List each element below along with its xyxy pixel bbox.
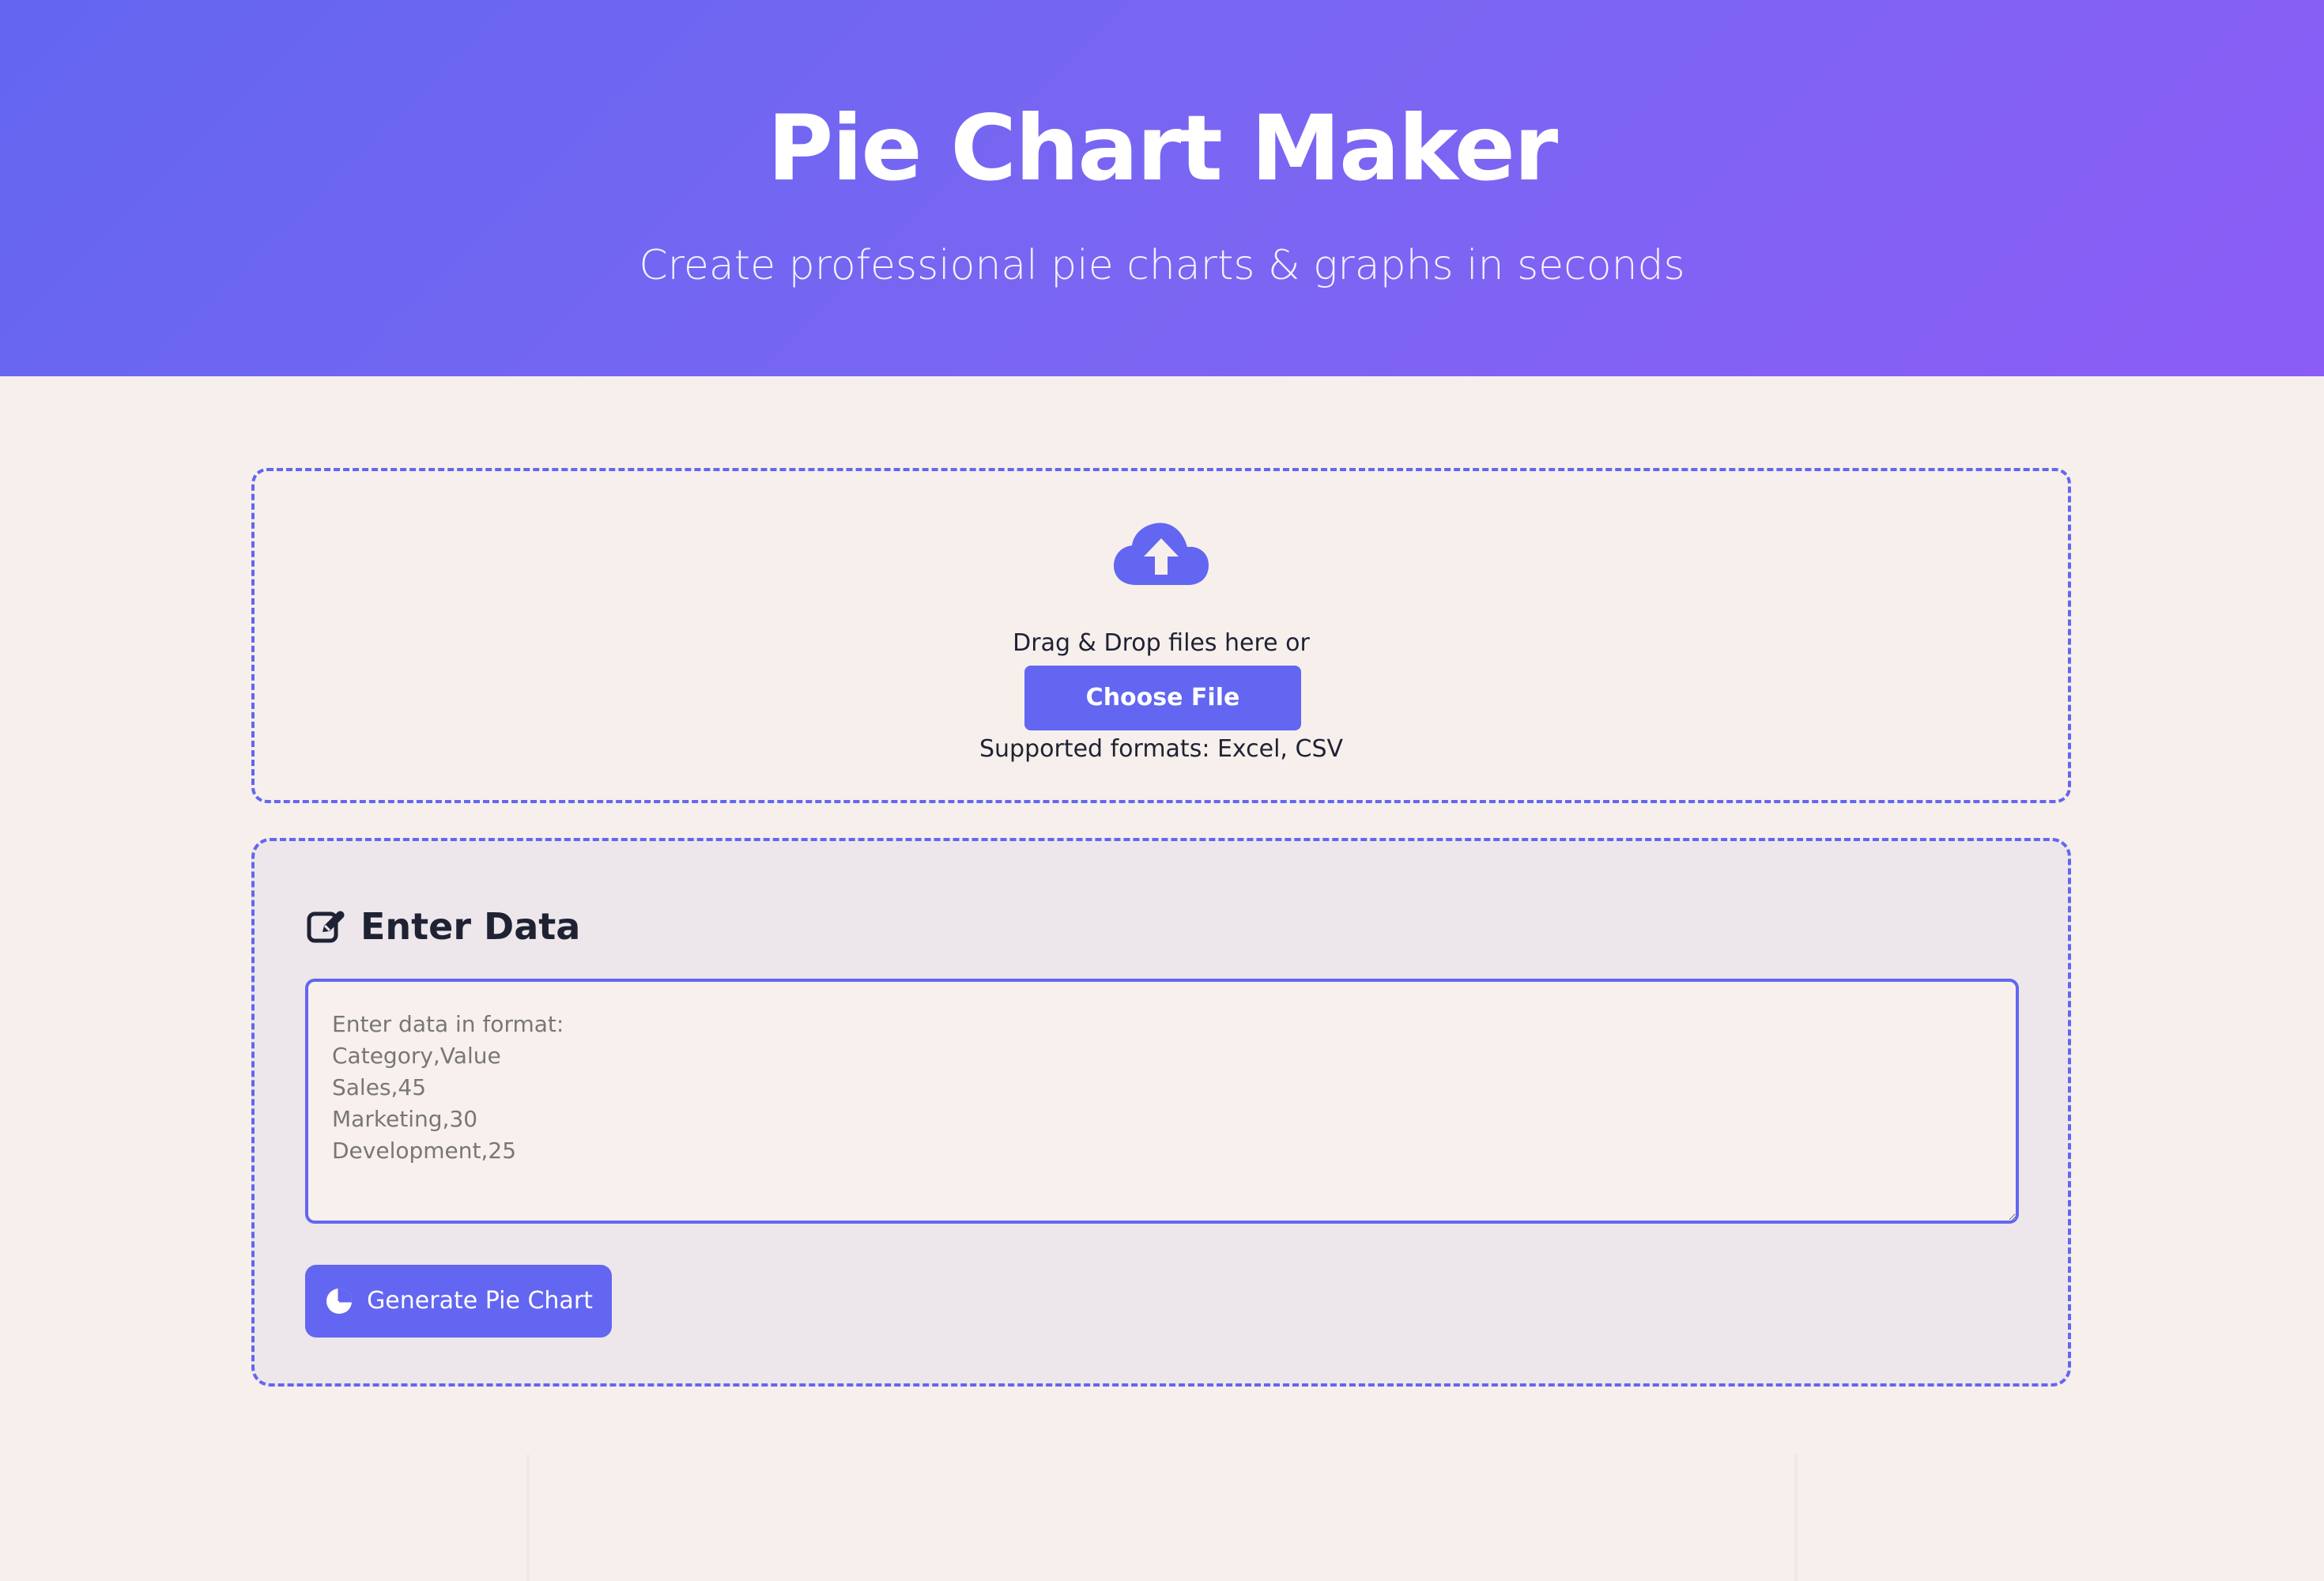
pie-chart-icon — [326, 1289, 353, 1314]
generate-pie-chart-button[interactable]: Generate Pie Chart — [305, 1265, 612, 1338]
chart-result-area — [526, 1455, 1798, 1581]
data-input-textarea[interactable] — [305, 979, 2019, 1224]
drag-drop-instructions: Drag & Drop files here or — [1013, 629, 1310, 657]
supported-formats-text: Supported formats: Excel, CSV — [979, 735, 1344, 763]
file-upload-dropzone[interactable]: Drag & Drop files here or Choose File Su… — [251, 468, 2071, 803]
data-entry-title: Enter Data — [360, 905, 581, 948]
page-title: Pie Chart Maker — [767, 96, 1558, 201]
generate-button-label: Generate Pie Chart — [367, 1287, 593, 1315]
data-entry-header: Enter Data — [305, 903, 580, 950]
hero-banner: Pie Chart Maker Create professional pie … — [0, 0, 2324, 376]
choose-file-button[interactable]: Choose File — [1024, 666, 1301, 730]
cloud-upload-icon — [1114, 523, 1209, 585]
manual-data-entry-panel: Enter Data Generate Pie Chart — [251, 838, 2071, 1387]
edit-icon — [307, 911, 345, 943]
page-subtitle: Create professional pie charts & graphs … — [639, 242, 1685, 289]
